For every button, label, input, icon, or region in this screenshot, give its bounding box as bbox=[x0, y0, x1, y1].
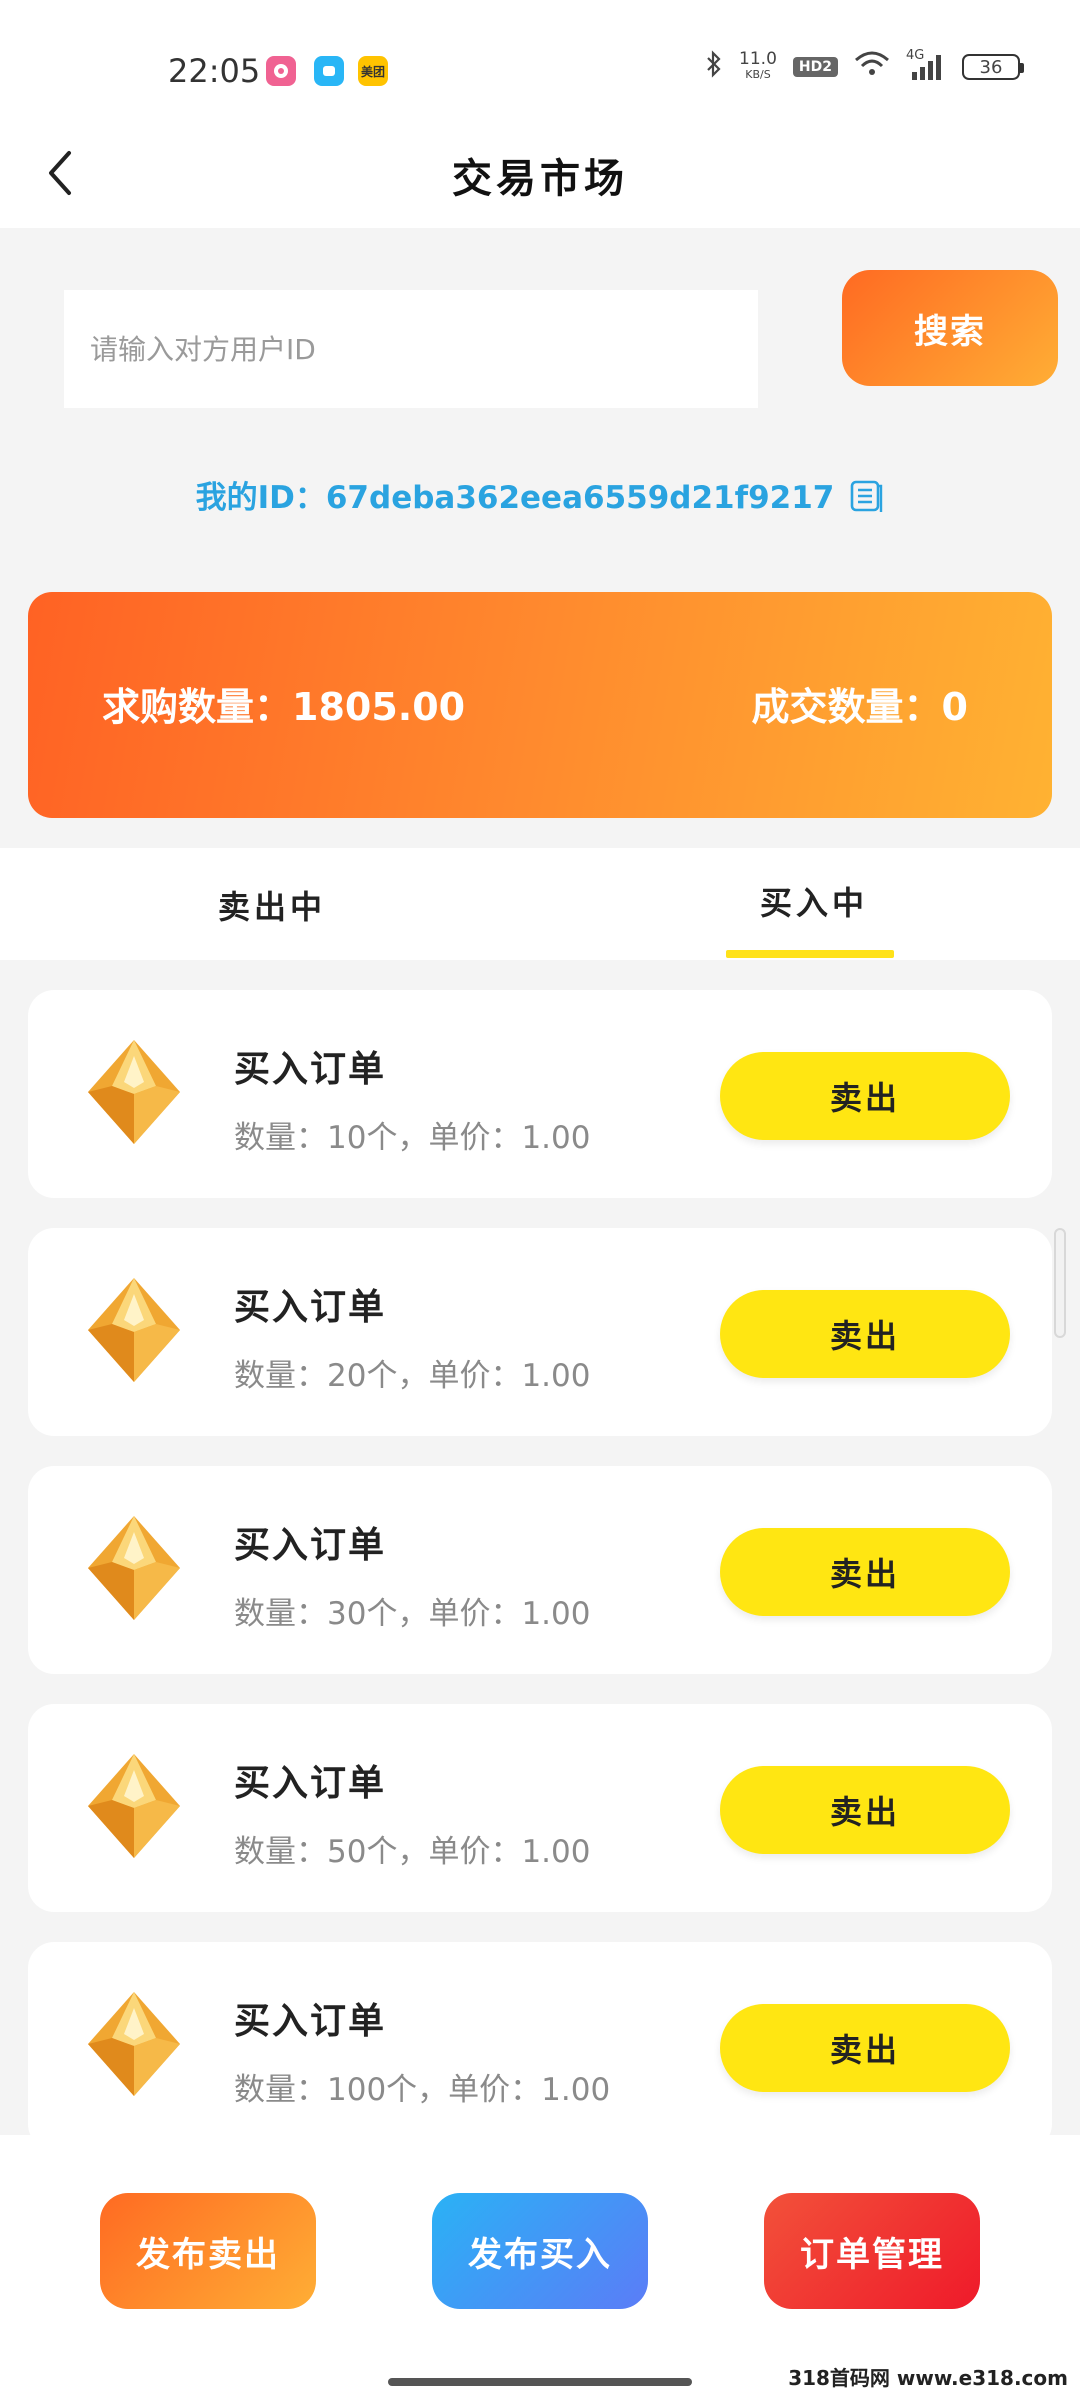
diamond-icon bbox=[76, 1986, 192, 2102]
list-item: 买入订单 数量：20个，单价：1.00 卖出 bbox=[28, 1228, 1052, 1436]
order-detail: 数量：50个，单价：1.00 bbox=[234, 1834, 591, 1870]
search-button[interactable]: 搜索 bbox=[842, 270, 1058, 386]
order-manage-button[interactable]: 订单管理 bbox=[764, 2193, 980, 2309]
network-speed: 11.0 KB/S bbox=[739, 49, 777, 82]
app-icon-2 bbox=[314, 56, 344, 86]
diamond-icon bbox=[76, 1272, 192, 1388]
copy-icon[interactable] bbox=[848, 477, 884, 513]
app-icon-1 bbox=[266, 56, 296, 86]
publish-sell-button[interactable]: 发布卖出 bbox=[100, 2193, 316, 2309]
order-detail: 数量：30个，单价：1.00 bbox=[234, 1596, 591, 1632]
status-time: 22:05 bbox=[168, 52, 261, 90]
sell-button[interactable]: 卖出 bbox=[720, 1290, 1010, 1378]
bluetooth-icon bbox=[705, 50, 723, 84]
stats-card: 求购数量：1805.00 成交数量：0 bbox=[28, 592, 1052, 818]
list-item: 买入订单 数量：50个，单价：1.00 卖出 bbox=[28, 1704, 1052, 1912]
scrollbar-thumb[interactable] bbox=[1054, 1228, 1066, 1338]
order-detail: 数量：100个，单价：1.00 bbox=[234, 2072, 611, 2108]
active-tab-indicator bbox=[726, 950, 894, 958]
deal-quantity-stat: 成交数量：0 bbox=[751, 685, 968, 729]
order-title: 买入订单 bbox=[234, 1049, 387, 1090]
sell-button[interactable]: 卖出 bbox=[720, 1766, 1010, 1854]
sell-button[interactable]: 卖出 bbox=[720, 1052, 1010, 1140]
my-id-row: 我的ID：67deba362eea6559d21f9217 bbox=[0, 472, 1080, 517]
diamond-icon bbox=[76, 1510, 192, 1626]
sell-button[interactable]: 卖出 bbox=[720, 2004, 1010, 2092]
order-title: 买入订单 bbox=[234, 1287, 387, 1328]
diamond-icon bbox=[76, 1748, 192, 1864]
buy-quantity-stat: 求购数量：1805.00 bbox=[102, 685, 466, 729]
order-title: 买入订单 bbox=[234, 1763, 387, 1804]
home-indicator[interactable] bbox=[388, 2378, 692, 2386]
my-id-text: 我的ID：67deba362eea6559d21f9217 bbox=[195, 480, 835, 516]
order-title: 买入订单 bbox=[234, 2001, 387, 2042]
status-bar: 22:05 美团 11.0 KB/S HD2 4G 36 bbox=[0, 0, 1080, 140]
tab-selling[interactable]: 卖出中 bbox=[218, 882, 326, 928]
search-input[interactable] bbox=[64, 290, 758, 408]
watermark: 318首码网 www.e318.com bbox=[784, 2362, 1072, 2391]
order-detail: 数量：20个，单价：1.00 bbox=[234, 1358, 591, 1394]
order-detail: 数量：10个，单价：1.00 bbox=[234, 1120, 591, 1156]
hd-badge: HD2 bbox=[792, 57, 838, 77]
signal-icon: 4G bbox=[906, 48, 946, 82]
list-item: 买入订单 数量：100个，单价：1.00 卖出 bbox=[28, 1942, 1052, 2150]
list-item: 买入订单 数量：30个，单价：1.00 卖出 bbox=[28, 1466, 1052, 1674]
sell-button[interactable]: 卖出 bbox=[720, 1528, 1010, 1616]
tab-buying[interactable]: 买入中 bbox=[760, 878, 868, 924]
list-item: 买入订单 数量：10个，单价：1.00 卖出 bbox=[28, 990, 1052, 1198]
order-title: 买入订单 bbox=[234, 1525, 387, 1566]
wifi-icon bbox=[854, 50, 890, 84]
page-title: 交易市场 bbox=[452, 156, 628, 202]
publish-buy-button[interactable]: 发布买入 bbox=[432, 2193, 648, 2309]
app-header: 交易市场 bbox=[0, 120, 1080, 228]
diamond-icon bbox=[76, 1034, 192, 1150]
tab-bar: 卖出中 买入中 bbox=[0, 848, 1080, 960]
bottom-action-bar: 发布卖出 发布买入 订单管理 bbox=[0, 2135, 1080, 2400]
app-icon-meituan: 美团 bbox=[358, 56, 388, 86]
status-indicators: 11.0 KB/S HD2 4G 36 bbox=[705, 48, 1024, 84]
battery-icon: 36 bbox=[962, 54, 1024, 80]
